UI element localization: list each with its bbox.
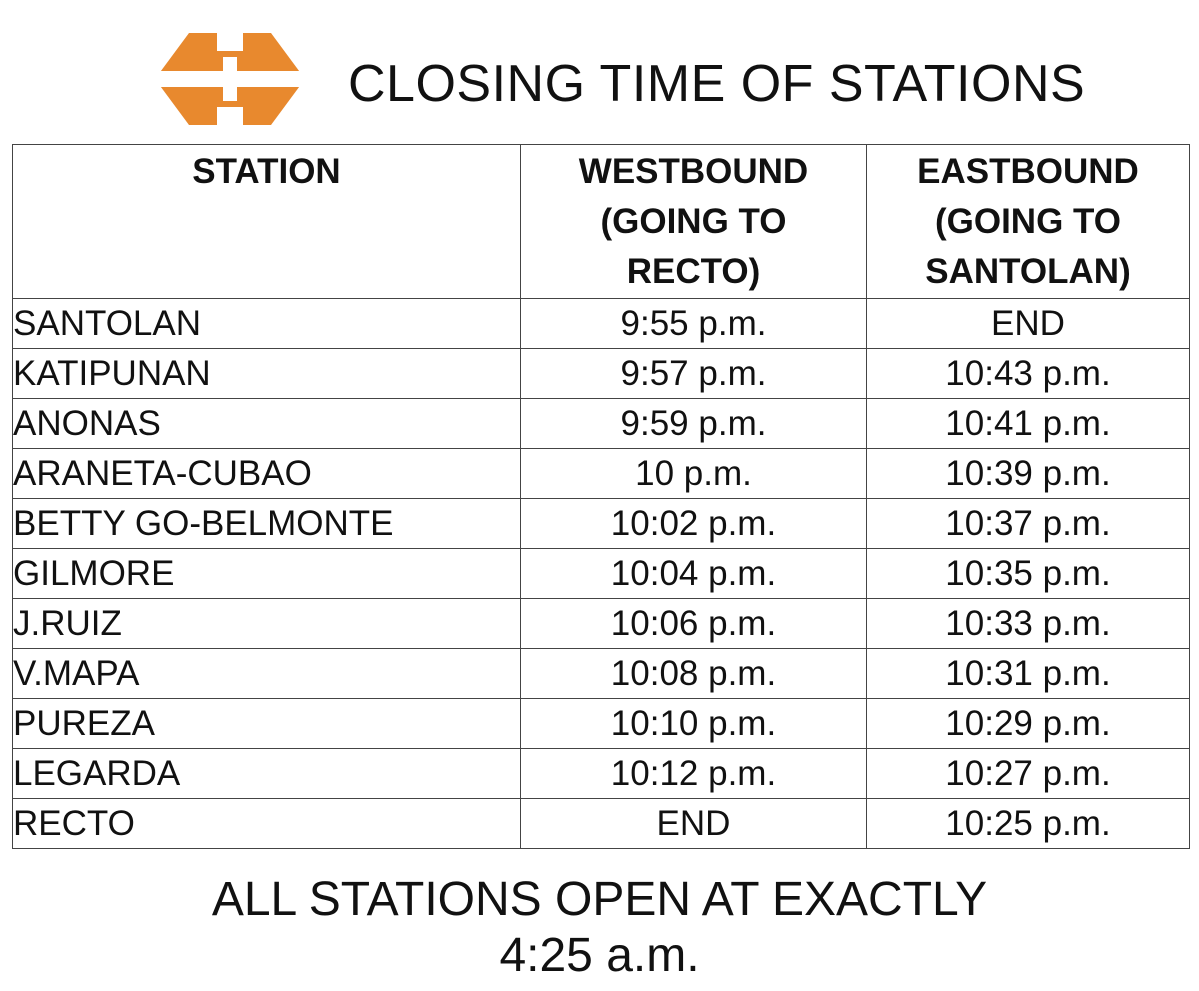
station-name: V.MAPA <box>12 648 521 699</box>
opening-time-notice: ALL STATIONS OPEN AT EXACTLY 4:25 a.m. <box>0 872 1199 984</box>
eastbound-time: 10:41 p.m. <box>866 398 1190 449</box>
table-row: SANTOLAN 9:55 p.m. END <box>12 298 1190 349</box>
lrt2-logo-icon <box>155 33 305 125</box>
table-row: KATIPUNAN 9:57 p.m. 10:43 p.m. <box>12 348 1190 399</box>
column-header-station: STATION <box>12 144 521 299</box>
station-name: SANTOLAN <box>12 298 521 349</box>
westbound-time: 10:06 p.m. <box>520 598 867 649</box>
table-header-row: STATION WESTBOUND (GOING TO RECTO) EASTB… <box>12 144 1190 299</box>
table-row: V.MAPA 10:08 p.m. 10:31 p.m. <box>12 648 1190 699</box>
table-row: ARANETA-CUBAO 10 p.m. 10:39 p.m. <box>12 448 1190 499</box>
westbound-time: 10:08 p.m. <box>520 648 867 699</box>
station-name: ARANETA-CUBAO <box>12 448 521 499</box>
westbound-time: 10 p.m. <box>520 448 867 499</box>
westbound-time: 9:57 p.m. <box>520 348 867 399</box>
closing-time-table: STATION WESTBOUND (GOING TO RECTO) EASTB… <box>12 144 1190 849</box>
eastbound-time: 10:33 p.m. <box>866 598 1190 649</box>
table-row: RECTO END 10:25 p.m. <box>12 798 1190 849</box>
column-header-eastbound: EASTBOUND (GOING TO SANTOLAN) <box>866 144 1190 299</box>
eastbound-time: 10:27 p.m. <box>866 748 1190 799</box>
eastbound-time: 10:29 p.m. <box>866 698 1190 749</box>
opening-notice-line: ALL STATIONS OPEN AT EXACTLY <box>211 873 988 926</box>
westbound-time: END <box>520 798 867 849</box>
westbound-time: 9:55 p.m. <box>520 298 867 349</box>
page-header: CLOSING TIME OF STATIONS <box>0 0 1199 140</box>
opening-time: 4:25 a.m. <box>499 929 700 982</box>
station-name: LEGARDA <box>12 748 521 799</box>
eastbound-time: 10:31 p.m. <box>866 648 1190 699</box>
eastbound-time: 10:35 p.m. <box>866 548 1190 599</box>
eastbound-time: 10:25 p.m. <box>866 798 1190 849</box>
table-row: BETTY GO-BELMONTE 10:02 p.m. 10:37 p.m. <box>12 498 1190 549</box>
station-name: J.RUIZ <box>12 598 521 649</box>
table-row: LEGARDA 10:12 p.m. 10:27 p.m. <box>12 748 1190 799</box>
page-title: CLOSING TIME OF STATIONS <box>348 55 1086 113</box>
eastbound-time: 10:37 p.m. <box>866 498 1190 549</box>
station-name: RECTO <box>12 798 521 849</box>
station-name: PUREZA <box>12 698 521 749</box>
station-name: ANONAS <box>12 398 521 449</box>
table-row: PUREZA 10:10 p.m. 10:29 p.m. <box>12 698 1190 749</box>
westbound-time: 10:04 p.m. <box>520 548 867 599</box>
eastbound-time: END <box>866 298 1190 349</box>
westbound-time: 9:59 p.m. <box>520 398 867 449</box>
westbound-time: 10:02 p.m. <box>520 498 867 549</box>
station-name: BETTY GO-BELMONTE <box>12 498 521 549</box>
station-name: GILMORE <box>12 548 521 599</box>
table-row: ANONAS 9:59 p.m. 10:41 p.m. <box>12 398 1190 449</box>
eastbound-time: 10:39 p.m. <box>866 448 1190 499</box>
station-name: KATIPUNAN <box>12 348 521 399</box>
westbound-time: 10:12 p.m. <box>520 748 867 799</box>
westbound-time: 10:10 p.m. <box>520 698 867 749</box>
table-row: J.RUIZ 10:06 p.m. 10:33 p.m. <box>12 598 1190 649</box>
table-row: GILMORE 10:04 p.m. 10:35 p.m. <box>12 548 1190 599</box>
eastbound-time: 10:43 p.m. <box>866 348 1190 399</box>
column-header-westbound: WESTBOUND (GOING TO RECTO) <box>520 144 867 299</box>
